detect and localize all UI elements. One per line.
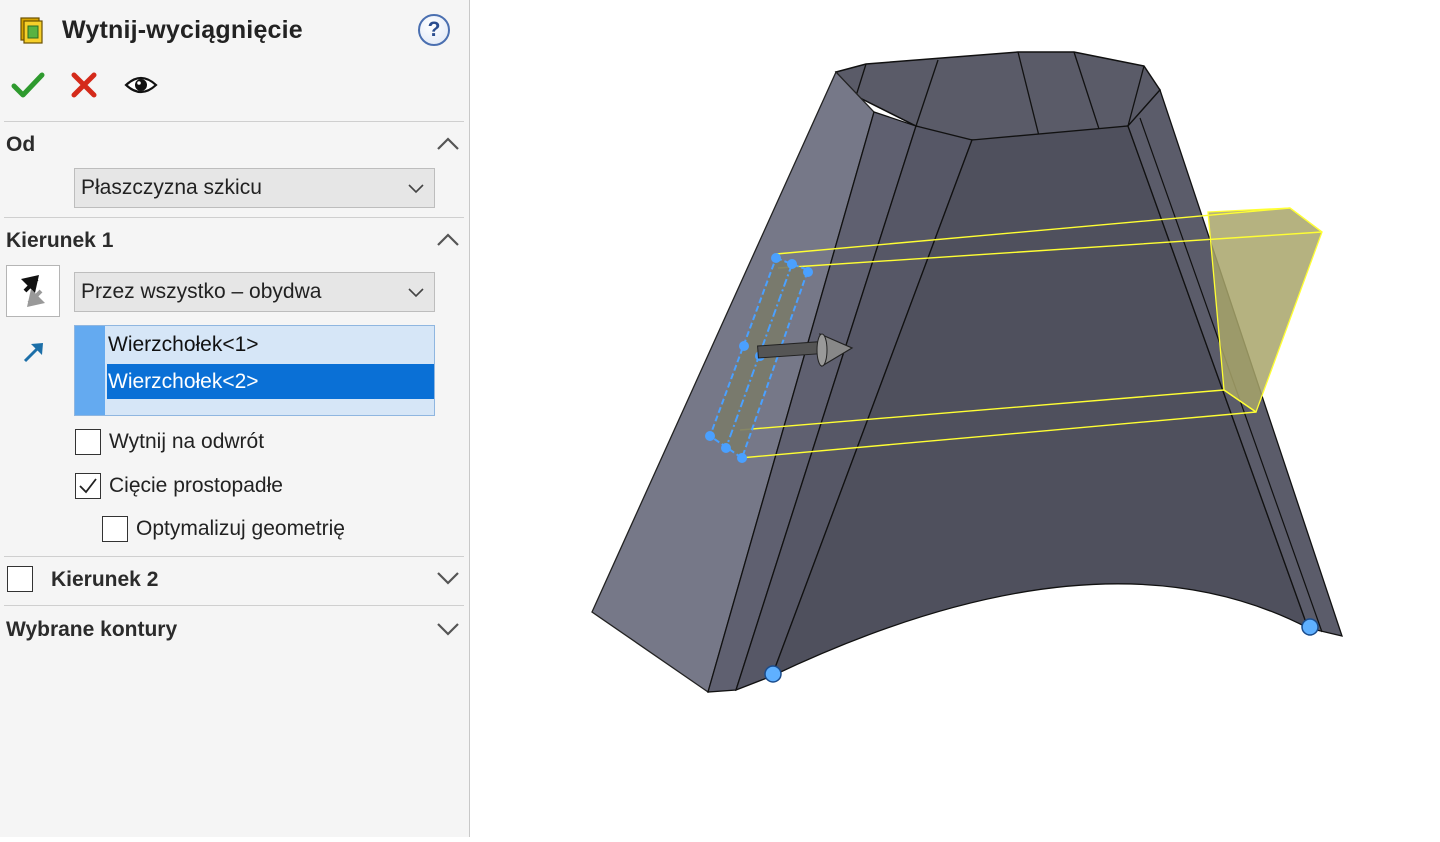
cancel-x-icon [71,72,97,98]
vertex-point[interactable] [764,665,782,683]
checkbox-box[interactable] [75,429,101,455]
title-row: Wytnij-wyciągnięcie ? [0,10,469,54]
list-item[interactable]: Wierzchołek<1> [107,327,434,362]
ok-checkmark-icon [11,72,45,98]
section-contours-title: Wybrane kontury [6,618,178,641]
cancel-button[interactable] [64,66,104,104]
section-direction1-title: Kierunek 1 [6,229,114,252]
help-icon[interactable]: ? [418,14,450,46]
from-dropdown[interactable]: Płaszczyzna szkicu [74,168,435,208]
property-manager-panel: Wytnij-wyciągnięcie ? Od Płaszczyzna szk… [0,0,470,837]
chevron-up-icon[interactable] [435,230,461,250]
action-buttons [0,66,469,106]
checkbox-box[interactable] [75,473,101,499]
checkbox-box[interactable] [7,566,33,592]
chevron-down-icon [408,288,424,298]
chevron-down-icon [408,184,424,194]
ok-button[interactable] [8,66,48,104]
normal-cut-label: Cięcie prostopadłe [109,474,283,497]
chevron-up-icon[interactable] [435,134,461,154]
section-from-title: Od [6,133,36,156]
list-color-stripe [75,326,105,415]
checkbox-box[interactable] [102,516,128,542]
flip-side-checkbox[interactable]: Wytnij na odwrót [75,428,375,458]
preview-button[interactable] [121,66,161,104]
normal-cut-checkbox[interactable]: Cięcie prostopadłe [75,472,375,502]
optimize-geometry-label: Optymalizuj geometrię [136,517,345,540]
reverse-direction-icon [21,275,45,307]
reverse-direction-button[interactable] [6,265,60,317]
end-condition-value: Przez wszystko – obydwa [81,280,322,303]
flip-side-label: Wytnij na odwrót [109,430,265,453]
preview-eye-icon [124,76,158,94]
separator [4,121,464,122]
direction2-checkbox[interactable] [7,565,37,595]
list-item-selected[interactable]: Wierzchołek<2> [107,364,434,399]
optimize-geometry-checkbox[interactable]: Optymalizuj geometrię [102,515,402,545]
cut-extrude-feature-icon [18,16,44,44]
feature-title: Wytnij-wyciągnięcie [62,16,303,44]
vertex-selection-list[interactable]: Wierzchołek<1> Wierzchołek<2> [74,325,435,416]
end-condition-dropdown[interactable]: Przez wszystko – obydwa [74,272,435,312]
vertex-point[interactable] [1301,618,1319,636]
model-view [591,51,1343,694]
separator [4,217,464,218]
chevron-down-icon[interactable] [435,568,461,588]
vertex-arrow-icon [22,340,46,369]
separator [4,556,464,557]
chevron-down-icon[interactable] [435,619,461,639]
section-direction2-title: Kierunek 2 [51,568,159,591]
separator [4,605,464,606]
checkmark-icon [79,478,97,494]
graphics-viewport[interactable] [470,0,1440,837]
from-dropdown-value: Płaszczyzna szkicu [81,176,262,199]
